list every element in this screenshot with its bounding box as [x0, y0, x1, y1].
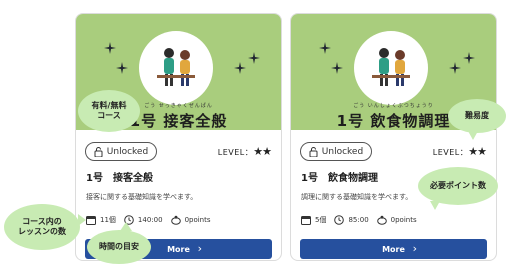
course-time: 85:00 [348, 216, 369, 224]
course-card[interactable]: ごう せっきゃくぜんぱん 1号 接客全般 Unlocked LEVEL：★★ 1… [75, 13, 282, 261]
sparkle-icon [116, 62, 128, 74]
level-stars: ★★ [468, 145, 487, 158]
sparkle-icon [319, 42, 331, 54]
level-indicator: LEVEL：★★ [432, 145, 487, 158]
calendar-icon [86, 216, 96, 225]
level-label: LEVEL： [217, 148, 254, 157]
points-required: 0points [390, 216, 417, 224]
callout-paid-free: 有料/無料 コース [78, 90, 140, 132]
clock-icon [334, 215, 345, 225]
unlock-status-badge: Unlocked [300, 142, 372, 161]
course-description: 接客に関する基礎知識を学べます。 [86, 193, 198, 201]
points-icon [170, 215, 181, 225]
level-label: LEVEL： [432, 148, 469, 157]
course-meta: 11個 140:00 0points [86, 215, 273, 225]
course-name: 1号 接客全般 [86, 173, 153, 184]
points-icon [376, 215, 387, 225]
level-stars: ★★ [253, 145, 272, 158]
unlock-label: Unlocked [321, 146, 364, 157]
unlock-status-badge: Unlocked [85, 142, 157, 161]
more-label: More [167, 244, 190, 254]
callout-difficulty: 難易度 [448, 99, 506, 133]
lock-icon [309, 146, 318, 157]
callout-required-points: 必要ポイント数 [418, 167, 498, 205]
course-card[interactable]: ごう いんしょくぶつちょうり 1号 飲食物調理 Unlocked LEVEL：★… [290, 13, 497, 261]
chevron-right-icon: › [197, 242, 202, 255]
points-required: 0points [184, 216, 211, 224]
sparkle-icon [104, 42, 116, 54]
course-time: 140:00 [137, 216, 163, 224]
more-label: More [382, 244, 405, 254]
callout-time-guide: 時間の目安 [87, 230, 151, 264]
chevron-right-icon: › [412, 242, 417, 255]
calendar-icon [301, 216, 311, 225]
lesson-count: 11個 [100, 216, 116, 224]
lock-icon [94, 146, 103, 157]
course-description: 調理に関する基礎知識を学べます。 [301, 193, 413, 201]
lesson-count: 5個 [315, 216, 327, 224]
course-meta: 5個 85:00 0points [301, 215, 488, 225]
sparkle-icon [449, 62, 461, 74]
sparkle-icon [331, 62, 343, 74]
level-indicator: LEVEL：★★ [217, 145, 272, 158]
sparkle-icon [234, 62, 246, 74]
course-illustration [139, 31, 213, 105]
unlock-label: Unlocked [106, 146, 149, 157]
more-button[interactable]: More › [300, 239, 487, 259]
sparkle-icon [463, 52, 475, 64]
callout-lesson-count: コース内の レッスンの数 [4, 204, 80, 250]
course-illustration [354, 31, 428, 105]
sparkle-icon [248, 52, 260, 64]
course-name: 1号 飲食物調理 [301, 173, 378, 184]
